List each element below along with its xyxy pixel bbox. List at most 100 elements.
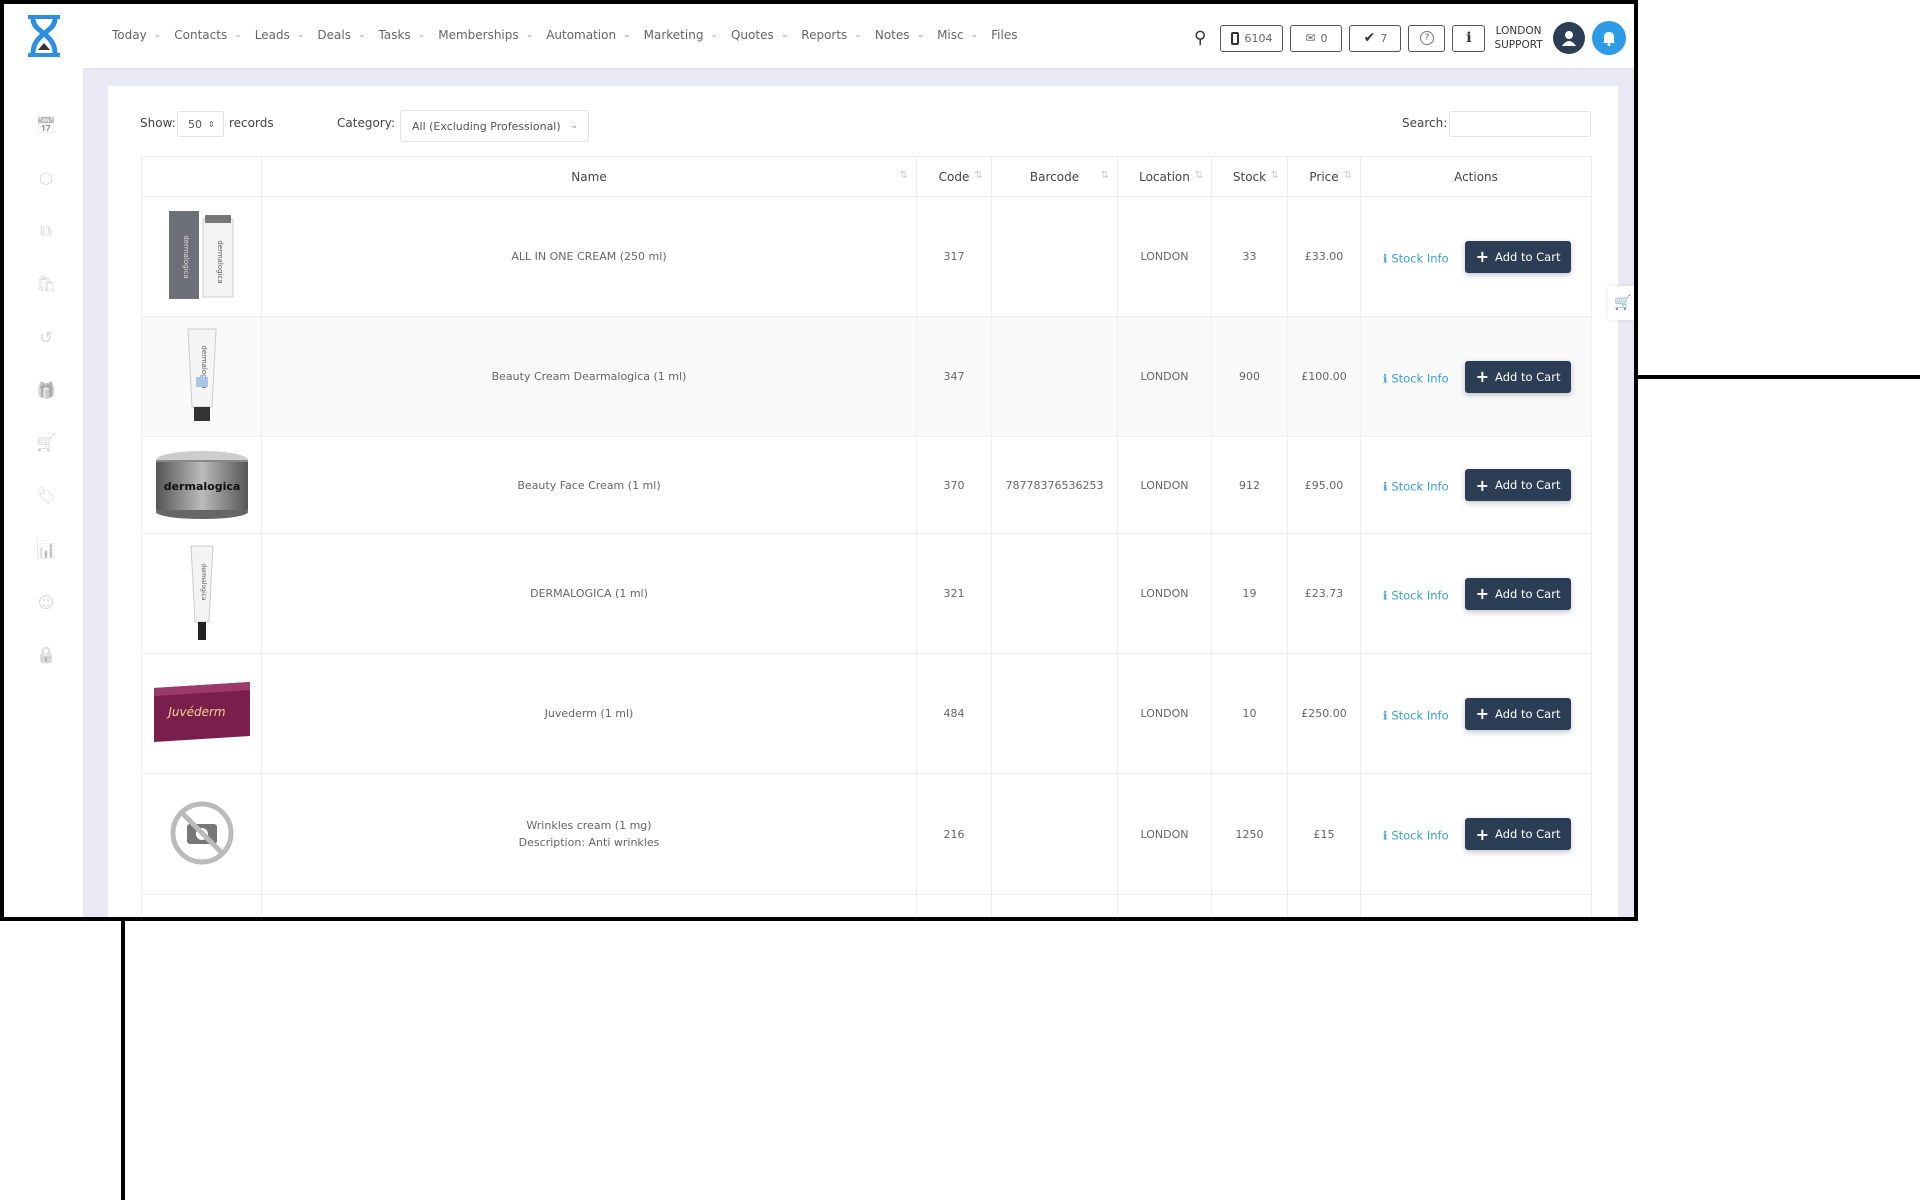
stock-info-link[interactable]: ℹ Stock Info xyxy=(1383,588,1449,602)
search-icon[interactable]: ⚲ xyxy=(1194,28,1206,48)
sort-icon: ⇅ xyxy=(974,170,983,181)
user-circle-icon[interactable]: ☺ xyxy=(35,591,57,613)
add-to-cart-button[interactable]: + Add to Cart xyxy=(1464,240,1572,273)
add-to-cart-button[interactable]: + Add to Cart xyxy=(1464,360,1572,393)
info-icon: i xyxy=(1466,30,1472,46)
chevron-down-icon: ⌄ xyxy=(417,30,426,40)
product-code: 321 xyxy=(916,533,992,654)
app-window: Today ⌄ Contacts ⌄ Leads ⌄ Deals ⌄ Tasks ⌄ Members… xyxy=(0,0,1638,921)
cart-icon: 🛒 xyxy=(1614,295,1632,311)
column-label: Actions xyxy=(1454,169,1498,184)
stock-info-link[interactable]: ℹ Stock Info xyxy=(1383,251,1449,265)
history-icon[interactable]: ↺ xyxy=(35,326,57,348)
empty-cell xyxy=(991,894,1118,917)
sort-icon: ⇅ xyxy=(1100,170,1109,181)
phone-button[interactable]: 6104 xyxy=(1220,24,1284,52)
gift-icon[interactable]: 🎁 xyxy=(35,379,57,401)
help-button[interactable]: ? xyxy=(1408,24,1446,52)
tasks-count: 7 xyxy=(1380,31,1388,45)
nav-tasks[interactable]: Tasks ⌄ xyxy=(379,28,426,42)
notifications-button[interactable] xyxy=(1591,21,1626,55)
mail-button[interactable]: ✉ 0 xyxy=(1290,24,1343,52)
nav-quotes[interactable]: Quotes ⌄ xyxy=(731,28,788,42)
column-header-location[interactable]: Location ⇅ xyxy=(1117,156,1212,197)
empty-cell xyxy=(141,894,262,917)
product-image: Juvéderm xyxy=(141,653,262,774)
chevron-down-icon: ⌄ xyxy=(780,30,789,40)
actions-cell: ℹ Stock Info + Add to Cart xyxy=(1360,533,1592,654)
check-icon: ✔ xyxy=(1363,30,1376,46)
report-icon[interactable]: 📊 xyxy=(35,538,57,560)
stock-info-link[interactable]: ℹ Stock Info xyxy=(1383,371,1449,385)
info-button[interactable]: i xyxy=(1452,24,1486,52)
actions-cell: ℹ Stock Info + Add to Cart xyxy=(1360,653,1592,774)
nav-today[interactable]: Today ⌄ xyxy=(112,28,161,42)
lock-icon[interactable]: 🔒 xyxy=(35,643,57,665)
product-name-cell: Wrinkles cream (1 mg) Description: Anti w… xyxy=(261,773,917,895)
column-header-price[interactable]: Price ⇅ xyxy=(1287,156,1361,197)
product-price: £15 xyxy=(1287,773,1361,895)
user-name[interactable]: LONDON SUPPORT xyxy=(1494,24,1542,52)
chevron-down-icon: ⌄ xyxy=(296,30,305,40)
product-location: LONDON xyxy=(1117,653,1212,774)
basket-icon[interactable]: 🛍 xyxy=(35,272,57,294)
tasks-button[interactable]: ✔ 7 xyxy=(1349,24,1402,52)
column-label: Name xyxy=(571,169,607,184)
add-to-cart-button[interactable]: + Add to Cart xyxy=(1464,697,1572,730)
add-to-cart-button[interactable]: + Add to Cart xyxy=(1464,818,1572,850)
table-row: Wrinkles cream (1 mg) Description: Anti w… xyxy=(141,773,1592,895)
stock-info-link[interactable]: ℹ Stock Info xyxy=(1383,708,1449,722)
column-header-code[interactable]: Code ⇅ xyxy=(916,156,992,197)
stock-info-label: Stock Info xyxy=(1391,371,1449,385)
main-nav: Today ⌄ Contacts ⌄ Leads ⌄ Deals ⌄ Tasks ⌄ Members… xyxy=(112,28,1031,42)
box-icon[interactable]: ⬡ xyxy=(35,167,57,189)
stock-info-label: Stock Info xyxy=(1391,588,1449,602)
product-barcode xyxy=(991,653,1118,774)
tags-icon[interactable]: 🏷 xyxy=(35,484,57,506)
nav-notes[interactable]: Notes ⌄ xyxy=(875,28,924,42)
column-header-name[interactable]: Name ⇅ xyxy=(261,156,917,197)
actions-cell: ℹ Stock Info + Add to Cart xyxy=(1360,316,1592,437)
product-location: LONDON xyxy=(1117,436,1212,534)
nav-deals[interactable]: Deals ⌄ xyxy=(317,28,365,42)
nav-reports[interactable]: Reports ⌄ xyxy=(801,28,862,42)
nav-files[interactable]: Files xyxy=(991,28,1017,42)
add-to-cart-button[interactable]: + Add to Cart xyxy=(1464,577,1572,610)
nav-contacts[interactable]: Contacts ⌄ xyxy=(174,28,242,42)
stock-info-link[interactable]: ℹ Stock Info xyxy=(1383,480,1449,494)
search-input[interactable] xyxy=(1449,111,1591,137)
products-card: Show: 50 ⇕ records Category: All (Excludi… xyxy=(108,86,1618,917)
copy-icon[interactable]: ⧉ xyxy=(35,220,57,242)
product-name-cell: Beauty Cream Dearmalogica (1 ml) xyxy=(261,316,917,437)
nav-label: Marketing xyxy=(643,28,704,42)
records-per-page-select[interactable]: 50 ⇕ xyxy=(177,111,224,137)
app-logo-icon xyxy=(28,15,60,57)
cart-tab[interactable]: 🛒 xyxy=(1608,286,1634,320)
column-label: Stock xyxy=(1232,169,1267,184)
chevron-down-icon: ⌄ xyxy=(623,30,631,40)
nav-label: Deals xyxy=(317,28,351,42)
nav-memberships[interactable]: Memberships ⌄ xyxy=(438,28,533,42)
avatar[interactable] xyxy=(1552,22,1585,54)
product-name-cell: ALL IN ONE CREAM (250 ml) xyxy=(261,196,917,317)
product-price: £23.73 xyxy=(1287,533,1361,654)
cart-icon[interactable]: 🛒 xyxy=(35,431,57,453)
stock-info-link[interactable]: ℹ Stock Info xyxy=(1383,829,1449,843)
empty-cell xyxy=(1287,894,1361,917)
product-description: Description: Anti wrinkles xyxy=(518,836,660,849)
column-header-barcode[interactable]: Barcode ⇅ xyxy=(991,156,1118,197)
sort-icon: ⇅ xyxy=(1270,170,1279,181)
table-row: dermalogica DERMALOGICA (1 ml) 321 LONDON 19… xyxy=(141,533,1592,654)
nav-automation[interactable]: Automation ⌄ xyxy=(546,28,630,42)
nav-label: Notes xyxy=(874,28,910,42)
add-to-cart-button[interactable]: + Add to Cart xyxy=(1464,469,1572,501)
empty-cell xyxy=(261,894,917,917)
calendar-icon[interactable]: 📅 xyxy=(35,114,57,136)
nav-marketing[interactable]: Marketing ⌄ xyxy=(644,28,718,42)
category-select[interactable]: All (Excluding Professional) ⌄ xyxy=(400,110,589,142)
column-header-stock[interactable]: Stock ⇅ xyxy=(1211,156,1288,197)
product-code: 370 xyxy=(916,436,992,534)
nav-leads[interactable]: Leads ⌄ xyxy=(255,28,305,42)
product-location: LONDON xyxy=(1117,316,1212,437)
nav-misc[interactable]: Misc ⌄ xyxy=(937,28,978,42)
